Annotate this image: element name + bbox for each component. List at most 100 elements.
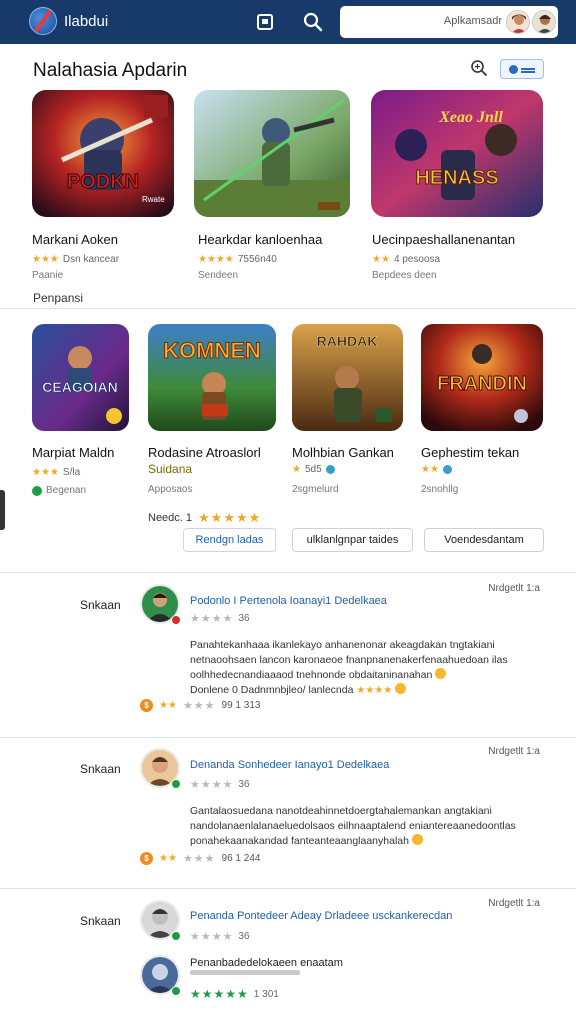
smile-emoji-icon [395,683,407,694]
all-reviews-button[interactable]: ulklanlgnpar taides [292,528,413,552]
app-logo[interactable] [29,7,57,35]
popular-app-meta: ★ 5d5 [292,464,335,475]
featured-app-name[interactable]: Markani Aoken [32,232,118,247]
featured-app-meta: ★★★ Dsn kancear [32,254,119,265]
zoom-search-icon[interactable] [470,59,490,79]
review-footer-gray-stars: ★★★ [182,853,216,865]
review-body: Gantalaosuedana nanotdeahinnetdoergtahal… [190,804,540,849]
featured-app-name[interactable]: Hearkdar kanloenhaa [198,232,322,247]
review-title[interactable]: Penanda Pontedeer Adeay Drladeee usckank… [190,910,452,922]
review-title[interactable]: Denanda Sonhedeer Ianayo1 Dedelkaea [190,759,389,771]
featured-art-sub-3: Xeao Jnll [438,109,503,126]
review-date: Nrdgetlt 1:a [488,583,540,594]
verified-icon [32,485,42,496]
review-body-text: Gantalaosuedana nanotdeahinnetdoergtahal… [190,805,516,847]
review-rating: ★★★★ 36 [190,612,250,625]
reply-title[interactable]: Penanbadedelokaeen enaatam [190,957,343,969]
popular-app-thumbnail[interactable]: KOMNEN [148,324,276,431]
rating-stars: ★★ [421,464,439,475]
featured-app-thumbnail[interactable]: Xeao Jnll HENASS [371,90,543,217]
eye-icon [509,64,518,74]
popular-app-thumbnail[interactable]: RAHDAK [292,324,403,431]
popular-art-title-1: CEAGOIAN [42,379,117,395]
featured-art-title-1: PODKN [67,171,139,193]
popular-app-thumbnail[interactable]: CEAGOIAN [32,324,129,431]
popular-app-name[interactable]: Gephestim tekan [421,445,519,460]
review-label: Snkaan [80,762,121,776]
review-score: 36 [238,613,250,624]
review-footer: $ ★★ ★★★ 96 1 244 [140,852,260,865]
featured-art-sub-1: Rwate [142,195,165,204]
popular-app-name[interactable]: Marpiat Maldn [32,445,114,460]
featured-app-name[interactable]: Uecinpaeshallanenantan [372,232,515,247]
filter-chip[interactable] [500,59,544,79]
popular-app-meta: Suidana [148,462,193,476]
write-review-button[interactable]: Voendesdantam [424,528,544,552]
review-date: Nrdgetlt 1:a [488,746,540,757]
review-score: 36 [238,779,250,790]
coin-icon[interactable]: $ [140,852,153,865]
rating-stars: ★ [292,464,301,475]
review-body: Panahtekanhaaa ikanlekayo anhanenonar ak… [190,638,540,698]
popular-app-sub: 2snohllg [421,484,459,495]
review-stars: ★★★★ [190,779,234,791]
popular-app-sub: 2sgmelurd [292,484,339,495]
review-body-text: Panahtekanhaaa ikanlekayo anhanenonar ak… [190,639,508,681]
search-input-text: Aplkamsadr [443,15,502,27]
bookmark-icon[interactable] [254,11,276,33]
review-rating: ★★★★ 36 [190,778,250,791]
featured-app-thumbnail[interactable]: PODKN Rwate [32,90,174,217]
rating-stars: ★★★ [32,254,59,265]
search-icon[interactable] [302,11,324,33]
popular-app-thumbnail[interactable]: FRANDIN [421,324,543,431]
review-label: Snkaan [80,598,121,612]
popular-art-title-4: FRANDIN [437,373,527,395]
popular-app-name[interactable]: Rodasine Atroaslorl [148,445,261,460]
featured-app-sub: Paanie [32,270,64,281]
featured-app-sub: Bepdees deen [372,270,437,281]
featured-app-meta-text: 4 pesoosa [393,254,441,265]
reply-body-placeholder [190,970,540,978]
popular-app-sub: Begenan [32,485,86,496]
featured-app-meta-text: 7556n40 [237,254,277,265]
reply-rating: ★★★★★ 1 301 [190,987,279,1001]
rating-stars: ★★ [372,254,390,265]
reply-text-bar [190,970,300,975]
reply-badge [171,986,181,996]
review-label: Snkaan [80,914,121,928]
popular-app-sub-text: Begenan [46,485,87,496]
rating-stars: ★★★ [32,467,59,478]
popular-art-title-2: KOMNEN [163,338,261,363]
featured-app-meta-text: Dsn kancear [62,254,120,265]
reply-count: 1 301 [253,988,279,1000]
smile-emoji-icon [411,834,423,845]
popular-app-sub: Apposaos [148,484,193,495]
review-footer-gray-stars: ★★★ [182,700,216,712]
user-avatar[interactable] [506,10,530,34]
review-title[interactable]: Podonlo I Pertenola Ioanayi1 Dedelkaea [190,595,387,607]
reviewer-badge [171,615,181,625]
divider [0,737,576,738]
popular-app-name[interactable]: Molhbian Gankan [292,445,394,460]
review-footer-stars: ★★ [159,853,177,864]
coin-icon[interactable]: $ [140,699,153,712]
review-score: 36 [238,931,250,942]
search-input[interactable]: Aplkamsadr [340,6,558,38]
featured-art-title-3: HENASS [415,167,498,189]
divider [0,572,576,573]
popular-app-meta: ★★★ S/la [32,467,80,478]
review-inline-stars: ★★★★ [356,685,393,696]
featured-app-thumbnail[interactable] [194,90,350,217]
featured-app-meta: ★★ 4 pesoosa [372,254,440,265]
smile-emoji-icon [435,668,447,679]
user-avatar-secondary[interactable] [532,10,556,34]
rating-summary-label: Needc. 1 [148,512,193,524]
featured-app-meta: ★★★★ 7556n40 [198,254,277,265]
popular-art-title-3: RAHDAK [317,333,378,349]
review-stars: ★★★★ [190,931,234,943]
ratings-button[interactable]: Rendgn ladas [183,528,276,552]
review-footer: $ ★★ ★★★ 99 1 313 [140,699,260,712]
rating-summary-stars: ★★★★★ [198,510,262,525]
scroll-edge [0,490,5,530]
section-title: Nalahasia Apdarin [33,60,188,81]
